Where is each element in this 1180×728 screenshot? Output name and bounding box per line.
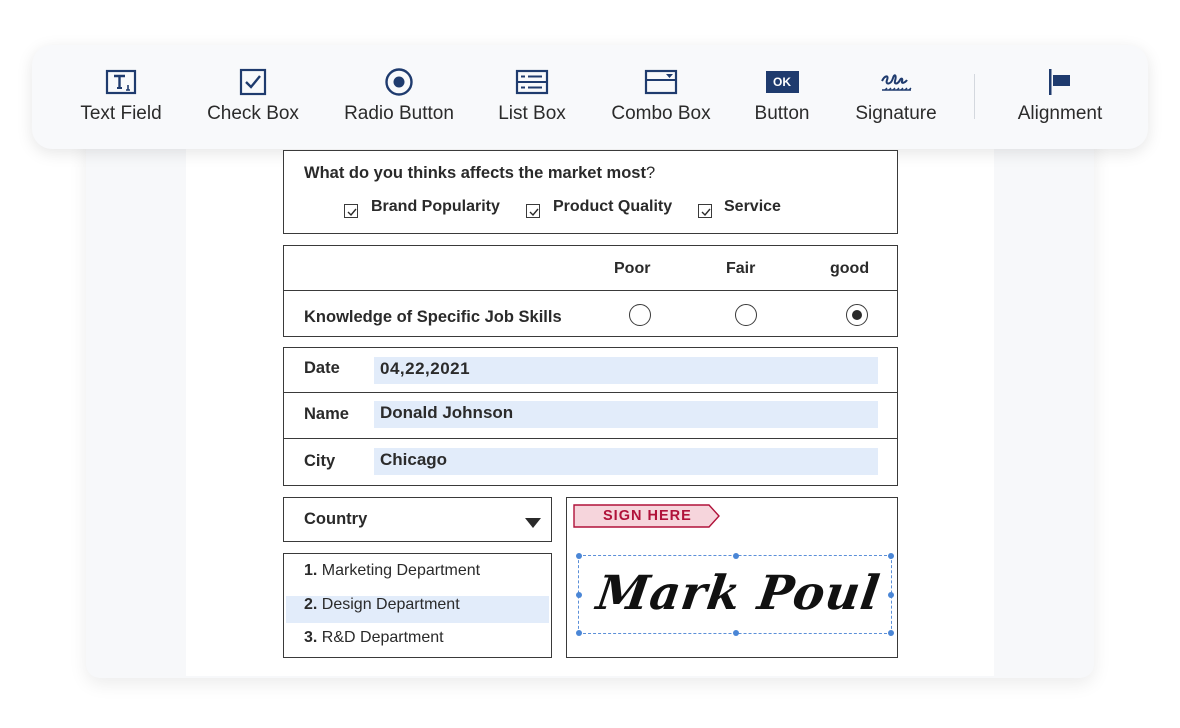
tool-signature[interactable]: Signature	[850, 45, 942, 149]
tool-button[interactable]: OK Button	[748, 45, 816, 149]
signature-field[interactable]: Mark Poul	[576, 553, 894, 636]
resize-handle[interactable]	[888, 630, 894, 636]
signature-icon	[879, 68, 913, 96]
resize-handle[interactable]	[733, 630, 739, 636]
tool-label: Alignment	[1017, 103, 1103, 124]
signature-section: SIGN HERE Mark Poul	[566, 497, 898, 658]
name-field[interactable]: Donald Johnson	[374, 401, 878, 428]
list-box-icon	[515, 68, 549, 96]
text-field-icon	[105, 68, 137, 96]
sign-here-tag[interactable]: SIGN HERE	[573, 504, 721, 528]
rating-section: Poor Fair good Knowledge of Specific Job…	[283, 245, 898, 337]
question-text: What do you thinks affects the market mo…	[304, 164, 655, 183]
rating-column-poor: Poor	[614, 260, 651, 277]
city-label: City	[304, 452, 336, 470]
tool-radio-button[interactable]: Radio Button	[338, 45, 460, 149]
checkbox-label: Brand Popularity	[371, 198, 500, 215]
ok-button-icon-text: OK	[765, 71, 799, 93]
checkbox-label: Product Quality	[553, 198, 673, 215]
tool-label: Radio Button	[344, 103, 454, 124]
name-label: Name	[304, 405, 349, 423]
tool-label: List Box	[498, 103, 566, 124]
rating-column-good: good	[830, 260, 870, 277]
department-list-box: 1. Marketing Department 2. Design Depart…	[283, 553, 552, 658]
resize-handle[interactable]	[576, 630, 582, 636]
tool-label: Signature	[855, 103, 937, 124]
question-mark: ?	[645, 164, 656, 182]
tool-alignment[interactable]: Alignment	[1010, 45, 1110, 149]
rating-column-fair: Fair	[726, 260, 756, 277]
question-section: What do you thinks affects the market mo…	[283, 150, 898, 234]
toolbar-divider	[974, 74, 975, 119]
resize-handle[interactable]	[576, 592, 582, 598]
resize-handle[interactable]	[888, 553, 894, 559]
checkbox-brand-popularity[interactable]	[344, 204, 358, 218]
tool-label: Text Field	[80, 103, 162, 124]
resize-handle[interactable]	[576, 553, 582, 559]
field-divider	[284, 438, 897, 439]
combo-box-icon	[644, 68, 678, 96]
form-field-toolbar: Text Field Check Box Radio Button List B…	[32, 45, 1148, 149]
checkbox-label: Service	[724, 198, 781, 215]
radio-fair[interactable]	[735, 304, 757, 326]
tool-check-box[interactable]: Check Box	[204, 45, 302, 149]
tool-label: Combo Box	[611, 103, 711, 124]
tool-text-field[interactable]: Text Field	[78, 45, 164, 149]
country-combo-box[interactable]: Country	[283, 497, 552, 542]
radio-good[interactable]	[846, 304, 868, 326]
resize-handle[interactable]	[733, 553, 739, 559]
check-box-icon	[239, 68, 267, 96]
city-field[interactable]: Chicago	[374, 448, 878, 475]
tool-label: Button	[754, 103, 810, 124]
checkbox-product-quality[interactable]	[526, 204, 540, 218]
date-label: Date	[304, 359, 340, 377]
resize-handle[interactable]	[888, 592, 894, 598]
combo-label: Country	[304, 510, 368, 528]
list-item[interactable]: 3. R&D Department	[304, 629, 444, 647]
button-icon: OK	[765, 68, 799, 96]
tool-combo-box[interactable]: Combo Box	[606, 45, 716, 149]
list-item-selected[interactable]: 2. Design Department	[304, 596, 460, 614]
rating-divider	[284, 290, 897, 291]
radio-poor[interactable]	[629, 304, 651, 326]
checkbox-service[interactable]	[698, 204, 712, 218]
dropdown-arrow-icon[interactable]	[525, 515, 541, 533]
radio-selected-dot	[852, 310, 862, 320]
text-fields-section: Date 04,22,2021 Name Donald Johnson City…	[283, 347, 898, 486]
rating-row-label: Knowledge of Specific Job Skills	[304, 308, 562, 326]
handwritten-signature: Mark Poul	[593, 566, 884, 621]
date-field[interactable]: 04,22,2021	[374, 357, 878, 384]
radio-button-icon	[384, 68, 414, 96]
alignment-icon	[1047, 68, 1073, 96]
tool-label: Check Box	[207, 103, 299, 124]
list-item[interactable]: 1. Marketing Department	[304, 562, 480, 580]
sign-here-label: SIGN HERE	[603, 508, 692, 524]
tool-list-box[interactable]: List Box	[494, 45, 570, 149]
field-divider	[284, 392, 897, 393]
question-text-bold: What do you thinks affects the market mo…	[304, 164, 646, 182]
